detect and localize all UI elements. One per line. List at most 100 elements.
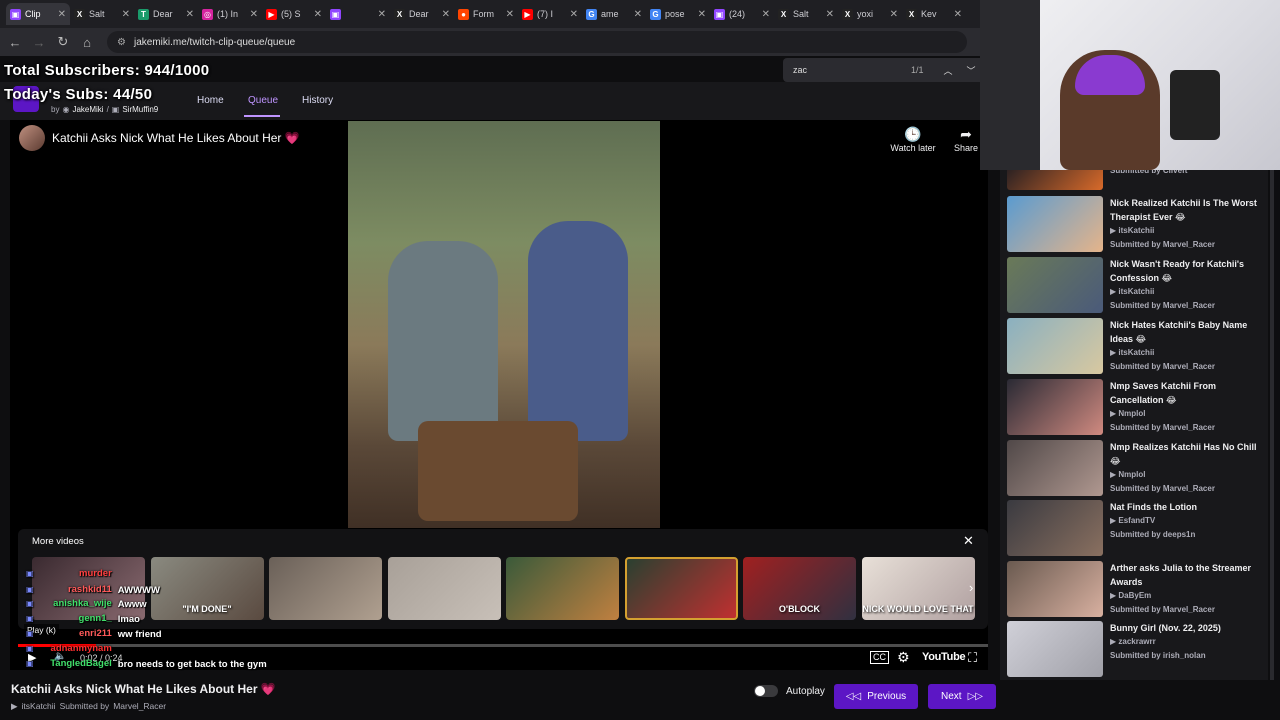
share-button[interactable]: ➦ Share — [950, 126, 982, 153]
clip-meta: ▶ itsKatchii Submitted by Marvel_Racer — [11, 701, 166, 712]
browser-tab[interactable]: ▣ ✕ — [326, 3, 390, 25]
browser-tab[interactable]: Xyoxi ✕ — [838, 3, 902, 25]
chat-username: genn1_ — [78, 613, 112, 624]
tab-close-icon[interactable]: ✕ — [314, 9, 322, 20]
site-info-icon[interactable]: ⚙ — [117, 37, 126, 48]
tab-close-icon[interactable]: ✕ — [698, 9, 706, 20]
browser-tab[interactable]: ▶ (5) S ✕ — [262, 3, 326, 25]
tab-close-icon[interactable]: ✕ — [890, 9, 898, 20]
find-input[interactable]: zac — [793, 65, 903, 75]
fullscreen-icon[interactable]: ⛶ — [968, 650, 977, 666]
reload-icon[interactable]: ↻ — [51, 30, 75, 54]
nav-queue[interactable]: Queue — [248, 95, 278, 106]
acoustic-panel — [980, 0, 1040, 170]
more-video-thumbnail[interactable]: O'BLOCK — [743, 557, 856, 620]
browser-tab[interactable]: X Salt ✕ — [774, 3, 838, 25]
youtube-logo[interactable]: YouTube — [922, 651, 966, 663]
tab-close-icon[interactable]: ✕ — [506, 9, 514, 20]
tab-close-icon[interactable]: ✕ — [186, 9, 194, 20]
previous-button[interactable]: ◁◁ Previous — [834, 684, 918, 709]
tab-close-icon[interactable]: ✕ — [634, 9, 642, 20]
queue-item[interactable]: Arther asks Julia to the Streamer Awards… — [1007, 561, 1267, 621]
more-video-thumbnail[interactable] — [269, 557, 382, 620]
browser-tab[interactable]: ● Form ✕ — [454, 3, 518, 25]
nav-history[interactable]: History — [302, 95, 333, 106]
more-video-thumbnail[interactable] — [624, 557, 738, 620]
browser-tab[interactable]: ▶ (7) I ✕ — [518, 3, 582, 25]
next-button[interactable]: Next ▷▷ — [928, 684, 996, 709]
clip-submitter: Marvel_Racer — [113, 701, 167, 711]
queue-item-title: Nick Realized Katchii Is The Worst Thera… — [1110, 198, 1257, 222]
video-title[interactable]: Katchii Asks Nick What He Likes About He… — [52, 131, 300, 145]
tab-close-icon[interactable]: ✕ — [442, 9, 450, 20]
queue-item-thumbnail — [1007, 257, 1103, 313]
tab-close-icon[interactable]: ✕ — [58, 9, 66, 20]
queue-item-title: Bunny Girl (Nov. 22, 2025) — [1110, 623, 1221, 633]
microphone — [1170, 70, 1220, 140]
next-thumbs-icon[interactable]: › — [969, 580, 973, 595]
browser-tab[interactable]: Game ✕ — [582, 3, 646, 25]
chat-text: AWWWW — [117, 585, 160, 596]
tab-title: Clip — [25, 9, 41, 19]
find-prev-icon[interactable]: ︿ — [944, 64, 953, 77]
queue-item-channel: ▶ itsKatchii — [1110, 346, 1268, 360]
clip-channel[interactable]: itsKatchii — [22, 701, 56, 712]
home-icon[interactable]: ⌂ — [75, 30, 99, 54]
video-frame[interactable] — [348, 121, 660, 528]
browser-tab[interactable]: T Dear ✕ — [134, 3, 198, 25]
browser-tab[interactable]: Gpose ✕ — [646, 3, 710, 25]
chat-message: ▣ murder — [26, 568, 118, 579]
tab-favicon-icon: X — [394, 8, 405, 20]
sidebar-scrollbar[interactable] — [1270, 170, 1274, 680]
browser-tab[interactable]: X Salt ✕ — [70, 3, 134, 25]
tab-close-icon[interactable]: ✕ — [122, 9, 130, 20]
queue-item[interactable]: Nick Hates Katchii's Baby Name Ideas 😂 ▶ … — [1007, 318, 1267, 378]
queue-item[interactable]: Bunny Girl (Nov. 22, 2025) ▶ zackrawrr Sub… — [1007, 621, 1267, 681]
person-right — [528, 221, 628, 441]
settings-icon[interactable]: ⚙ — [897, 649, 910, 666]
more-video-thumbnail[interactable] — [506, 557, 619, 620]
submitted-by-label: Submitted by — [1110, 301, 1161, 310]
autoplay-label: Autoplay — [786, 686, 825, 697]
browser-tab[interactable]: ▣ (24) ✕ — [710, 3, 774, 25]
browser-tab[interactable]: X Dear ✕ — [390, 3, 454, 25]
queue-item[interactable]: Nick Wasn't Ready for Katchii's Confessi… — [1007, 257, 1267, 317]
chat-username: murder — [79, 568, 112, 579]
tab-close-icon[interactable]: ✕ — [250, 9, 258, 20]
queue-item-channel-name: Nmplol — [1118, 470, 1146, 479]
queue-item[interactable]: Nmp Saves Katchii From Cancellation 😂 ▶ N… — [1007, 379, 1267, 439]
github-icon: ◉ — [62, 105, 70, 114]
captions-icon[interactable]: CC — [870, 651, 889, 664]
browser-tab[interactable]: ◎ (1) In ✕ — [198, 3, 262, 25]
progress-track[interactable] — [18, 644, 988, 647]
tab-close-icon[interactable]: ✕ — [826, 9, 834, 20]
streamer-webcam — [980, 0, 1280, 170]
tab-close-icon[interactable]: ✕ — [378, 9, 386, 20]
credits-author-1[interactable]: JakeMiki — [72, 105, 103, 114]
more-video-thumbnail[interactable] — [387, 557, 501, 620]
url-input[interactable]: ⚙ jakemiki.me/twitch-clip-queue/queue — [107, 31, 967, 53]
find-next-icon[interactable]: ﹀ — [967, 64, 976, 77]
queue-item[interactable]: Nick Realized Katchii Is The Worst Thera… — [1007, 196, 1267, 256]
browser-tab[interactable]: ▣ Clip ✕ — [6, 3, 70, 25]
nav-home[interactable]: Home — [197, 95, 224, 106]
tab-close-icon[interactable]: ✕ — [954, 9, 962, 20]
queue-item-info: Nat Finds the Lotion ▶ EsfandTV Submitted … — [1110, 500, 1268, 542]
autoplay-toggle[interactable] — [754, 685, 778, 697]
tab-close-icon[interactable]: ✕ — [570, 9, 578, 20]
back-icon[interactable]: ← — [3, 30, 27, 54]
watch-later-button[interactable]: 🕒 Watch later — [890, 126, 936, 153]
more-video-thumbnail[interactable]: NICK WOULD LOVE THAT — [861, 557, 975, 620]
queue-item-channel-name: zackrawrr — [1118, 637, 1156, 646]
queue-item[interactable]: Nat Finds the Lotion ▶ EsfandTV Submitted … — [1007, 500, 1267, 560]
nav-queue-underline — [244, 115, 280, 117]
queue-item[interactable]: Nmp Realizes Katchii Has No Chill 😂 ▶ Nmp… — [1007, 440, 1267, 500]
close-more-videos-icon[interactable]: ✕ — [963, 533, 974, 549]
forward-icon[interactable]: → — [27, 30, 51, 54]
tab-close-icon[interactable]: ✕ — [762, 9, 770, 20]
credits-author-2[interactable]: SirMuffin9 — [122, 105, 158, 114]
tab-title: (7) I — [537, 9, 554, 19]
channel-avatar[interactable] — [19, 125, 45, 151]
browser-tab[interactable]: X Kev ✕ — [902, 3, 966, 25]
more-video-thumbnail[interactable]: "I'M DONE" — [150, 557, 264, 620]
